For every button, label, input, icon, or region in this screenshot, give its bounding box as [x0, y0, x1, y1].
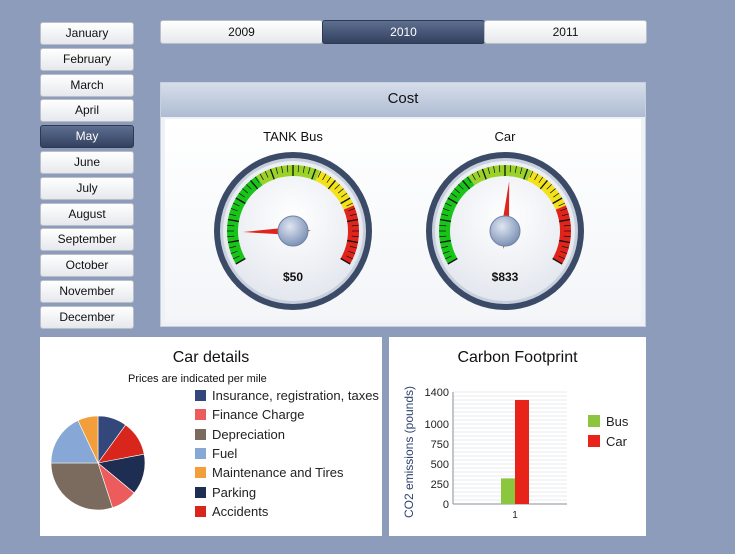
month-button-july[interactable]: July: [40, 176, 134, 200]
month-button-march[interactable]: March: [40, 73, 134, 97]
legend-label: Accidents: [212, 503, 269, 519]
pie-legend-item: Accidents: [195, 504, 268, 522]
gauge-hub: [277, 215, 309, 247]
bus-gauge: $50: [214, 152, 372, 310]
car-details-panel: Car details Prices are indicated per mil…: [40, 337, 382, 536]
legend-label: Depreciation: [212, 426, 285, 442]
legend-label: Fuel: [212, 445, 238, 461]
month-button-june[interactable]: June: [40, 151, 134, 174]
y-tick-label: 250: [431, 479, 449, 491]
carbon-title: Carbon Footprint: [457, 349, 578, 366]
pie-legend-item: Insurance, registration, taxes: [195, 388, 379, 406]
y-tick-label: 500: [431, 459, 449, 471]
pie-legend-item: Finance Charge: [195, 407, 305, 425]
cost-pie-chart: [50, 415, 146, 511]
month-button-december[interactable]: December: [40, 305, 134, 329]
legend-swatch: [195, 486, 206, 498]
year-tab-2009[interactable]: 2009: [160, 20, 323, 44]
legend-label: Car: [606, 434, 628, 449]
y-tick-label: 750: [431, 439, 449, 451]
y-tick-label: 1400: [425, 387, 449, 399]
car-gauge: $833: [426, 152, 584, 310]
legend-swatch: [195, 505, 206, 517]
legend-swatch: [195, 390, 206, 401]
y-tick-label: 0: [443, 499, 449, 511]
car-gauge-title: Car: [494, 129, 516, 144]
gauge-value-label: $50: [283, 270, 303, 284]
legend-swatch: [195, 428, 206, 440]
carbon-bar-chart: 0 250 500 750 1000 1400 CO2 emissions (pounds)…: [402, 386, 629, 521]
y-tick-label: 1000: [425, 419, 449, 431]
pie-legend-item: Fuel: [195, 446, 237, 464]
gauge-value-label: $833: [492, 270, 519, 284]
legend-label: Parking: [212, 484, 257, 500]
year-tab-2011[interactable]: 2011: [484, 20, 647, 44]
cost-title: Cost: [161, 83, 645, 117]
bus-gauge-title: TANK Bus: [263, 129, 323, 144]
legend-swatch: [195, 447, 206, 459]
cost-panel: Cost TANK Bus Car $50 $833: [160, 82, 646, 327]
gauges-area: TANK Bus Car $50 $833: [165, 119, 641, 322]
month-button-october[interactable]: October: [40, 254, 134, 278]
month-button-august[interactable]: August: [40, 202, 134, 226]
month-button-january[interactable]: January: [40, 22, 134, 45]
month-button-september[interactable]: September: [40, 228, 134, 252]
pie-legend-item: Maintenance and Tires: [195, 465, 344, 483]
legend-label: Insurance, registration, taxes: [212, 388, 379, 403]
month-button-april[interactable]: April: [40, 99, 134, 123]
legend-label: Bus: [606, 414, 629, 429]
legend-label: Maintenance and Tires: [212, 465, 344, 481]
carbon-footprint-panel: Carbon Footprint 0 250 500 750 1000 1400 CO2 e…: [389, 337, 646, 536]
month-button-february[interactable]: February: [40, 47, 134, 71]
legend-label: Finance Charge: [212, 407, 305, 423]
pie-legend-item: Depreciation: [195, 427, 285, 445]
bar-bus: [501, 478, 515, 504]
legend-swatch: [588, 415, 600, 427]
month-button-november[interactable]: November: [40, 280, 134, 303]
legend-swatch: [195, 467, 206, 479]
car-details-subtitle: Prices are indicated per mile: [128, 373, 267, 385]
bar-car: [515, 400, 529, 504]
pie-legend-item: Parking: [195, 485, 256, 503]
month-button-may[interactable]: May: [40, 125, 134, 149]
legend-swatch: [588, 435, 600, 447]
car-details-title: Car details: [172, 349, 250, 366]
year-tab-2010[interactable]: 2010: [322, 20, 485, 44]
gauge-hub: [489, 215, 521, 247]
y-axis-label: CO2 emissions (pounds): [402, 386, 416, 518]
legend-swatch: [195, 409, 206, 421]
x-tick-label: 1: [512, 510, 518, 521]
